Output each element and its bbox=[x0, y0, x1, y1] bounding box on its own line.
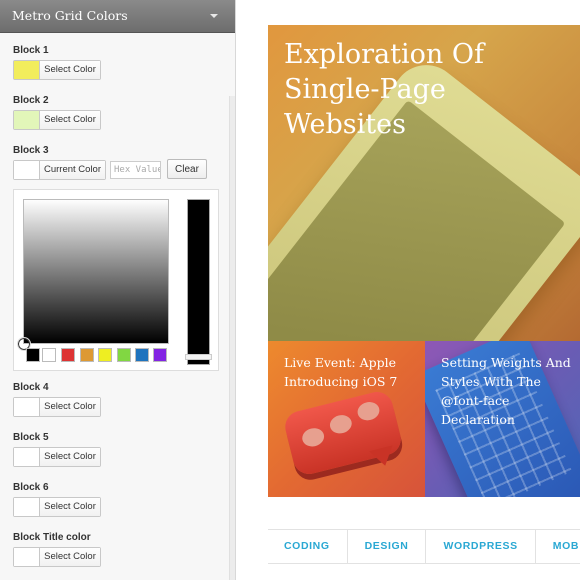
palette-swatch-black[interactable] bbox=[26, 348, 40, 362]
block-2-label: Block 2 bbox=[13, 95, 49, 106]
hue-strip[interactable] bbox=[187, 199, 210, 365]
category-coding[interactable]: CODING bbox=[268, 530, 348, 563]
panel-scrollbar[interactable] bbox=[229, 96, 235, 580]
hex-value-input[interactable] bbox=[110, 161, 161, 179]
category-bar: CODING DESIGN WORDPRESS MOB bbox=[268, 529, 580, 564]
category-design[interactable]: DESIGN bbox=[348, 530, 427, 563]
tile-1-title: Live Event: Apple Introducing iOS 7 bbox=[284, 355, 398, 389]
block-1-swatch bbox=[14, 61, 40, 79]
bubble-dot bbox=[355, 399, 382, 423]
chat-bubble-illustration bbox=[281, 388, 405, 478]
tile-2-title: Setting Weights And Styles With The @fon… bbox=[441, 355, 571, 427]
palette-swatch-green[interactable] bbox=[117, 348, 131, 362]
block-5-label: Block 5 bbox=[13, 432, 49, 443]
clear-button[interactable]: Clear bbox=[167, 159, 207, 179]
hue-slider-handle[interactable] bbox=[185, 354, 212, 360]
block-title-swatch bbox=[14, 548, 40, 566]
palette-swatch-purple[interactable] bbox=[153, 348, 167, 362]
block-title-color-button[interactable]: Select Color bbox=[13, 547, 101, 567]
block-4-color-button[interactable]: Select Color bbox=[13, 397, 101, 417]
block-2-swatch bbox=[14, 111, 40, 129]
block-5-color-button[interactable]: Select Color bbox=[13, 447, 101, 467]
block-3-color-button[interactable]: Current Color bbox=[13, 160, 106, 180]
category-mobile[interactable]: MOB bbox=[536, 530, 580, 563]
panel-title: Metro Grid Colors bbox=[12, 8, 128, 23]
panel-header[interactable]: Metro Grid Colors bbox=[0, 0, 235, 33]
collapse-arrow-icon[interactable] bbox=[210, 14, 218, 18]
block-6-swatch bbox=[14, 498, 40, 516]
palette-swatch-yellow[interactable] bbox=[98, 348, 112, 362]
block-3-swatch bbox=[14, 161, 40, 179]
block-5-swatch bbox=[14, 448, 40, 466]
saturation-square[interactable] bbox=[23, 199, 169, 344]
palette-swatch-orange[interactable] bbox=[80, 348, 94, 362]
block-6-label: Block 6 bbox=[13, 482, 49, 493]
block-1-color-button[interactable]: Select Color bbox=[13, 60, 101, 80]
current-color-label: Current Color bbox=[40, 161, 105, 179]
select-color-label: Select Color bbox=[40, 398, 100, 416]
hero-tile[interactable]: Exploration Of Single-Page Websites bbox=[268, 25, 580, 341]
customizer-panel: Metro Grid Colors Block 1 Select Color B… bbox=[0, 0, 236, 580]
article-tile-font-face[interactable]: Setting Weights And Styles With The @fon… bbox=[425, 341, 580, 497]
block-3-label: Block 3 bbox=[13, 145, 49, 156]
block-4-label: Block 4 bbox=[13, 382, 49, 393]
select-color-label: Select Color bbox=[40, 61, 100, 79]
block-title-color-label: Block Title color bbox=[13, 532, 91, 543]
palette-swatch-white[interactable] bbox=[42, 348, 56, 362]
category-wordpress[interactable]: WORDPRESS bbox=[426, 530, 536, 563]
color-picker bbox=[13, 189, 219, 371]
hero-title: Exploration Of Single-Page Websites bbox=[284, 39, 484, 140]
select-color-label: Select Color bbox=[40, 498, 100, 516]
select-color-label: Select Color bbox=[40, 448, 100, 466]
bubble-dot bbox=[327, 412, 354, 436]
select-color-label: Select Color bbox=[40, 111, 100, 129]
block-4-swatch bbox=[14, 398, 40, 416]
block-1-label: Block 1 bbox=[13, 45, 49, 56]
select-color-label: Select Color bbox=[40, 548, 100, 566]
bubble-tail bbox=[369, 445, 397, 469]
block-6-color-button[interactable]: Select Color bbox=[13, 497, 101, 517]
palette-swatch-blue[interactable] bbox=[135, 348, 149, 362]
palette-swatch-red[interactable] bbox=[61, 348, 75, 362]
block-2-color-button[interactable]: Select Color bbox=[13, 110, 101, 130]
article-tile-live-event[interactable]: Live Event: Apple Introducing iOS 7 bbox=[268, 341, 425, 497]
bubble-dot bbox=[300, 425, 327, 449]
